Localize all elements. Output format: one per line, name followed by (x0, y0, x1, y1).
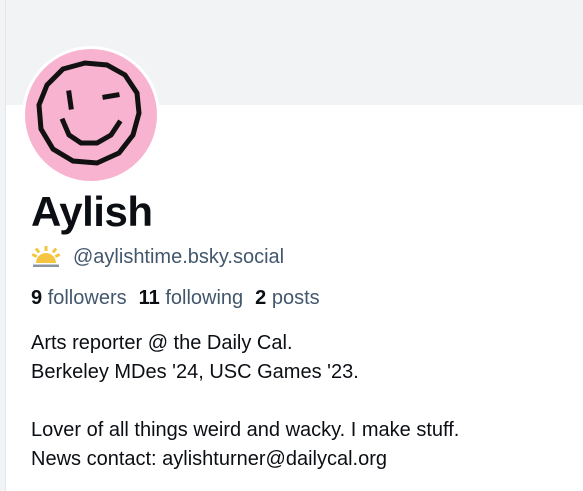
bio-email[interactable]: aylishturner@dailycal.org (162, 448, 387, 470)
followers-count: 9 (31, 286, 43, 309)
posts-label: posts (271, 286, 320, 309)
followers-link[interactable]: 9 followers (31, 287, 127, 310)
bio-line: Lover of all things weird and wacky. I m… (31, 419, 460, 441)
following-link[interactable]: 11 following (139, 287, 244, 310)
avatar[interactable] (22, 46, 160, 184)
bio-blank-line (31, 387, 571, 416)
bio-line: Arts reporter @ the Daily Cal. (31, 332, 293, 354)
display-name: Aylish (31, 188, 153, 235)
bio-line: Berkeley MDes '24, USC Games '23. (31, 361, 359, 383)
sun-icon (31, 245, 61, 269)
profile-stats: 9 followers 11 following 2 posts (31, 285, 320, 311)
posts-stat: 2 posts (255, 287, 320, 310)
smiley-face-icon (25, 49, 157, 181)
bio-contact-line: News contact: aylishturner@dailycal.org (31, 445, 571, 474)
following-label: following (165, 286, 244, 309)
bio-contact-label: News contact: (31, 448, 163, 470)
profile-bio: Arts reporter @ the Daily Cal. Berkeley … (31, 329, 571, 474)
handle-link[interactable]: @aylishtime.bsky.social (73, 246, 284, 269)
profile-page: Aylish @aylishtime.bsky.social 9 followe… (0, 0, 583, 491)
handle-row: @aylishtime.bsky.social (31, 243, 284, 271)
followers-label: followers (47, 286, 127, 309)
following-count: 11 (138, 286, 160, 309)
posts-count: 2 (255, 286, 267, 309)
